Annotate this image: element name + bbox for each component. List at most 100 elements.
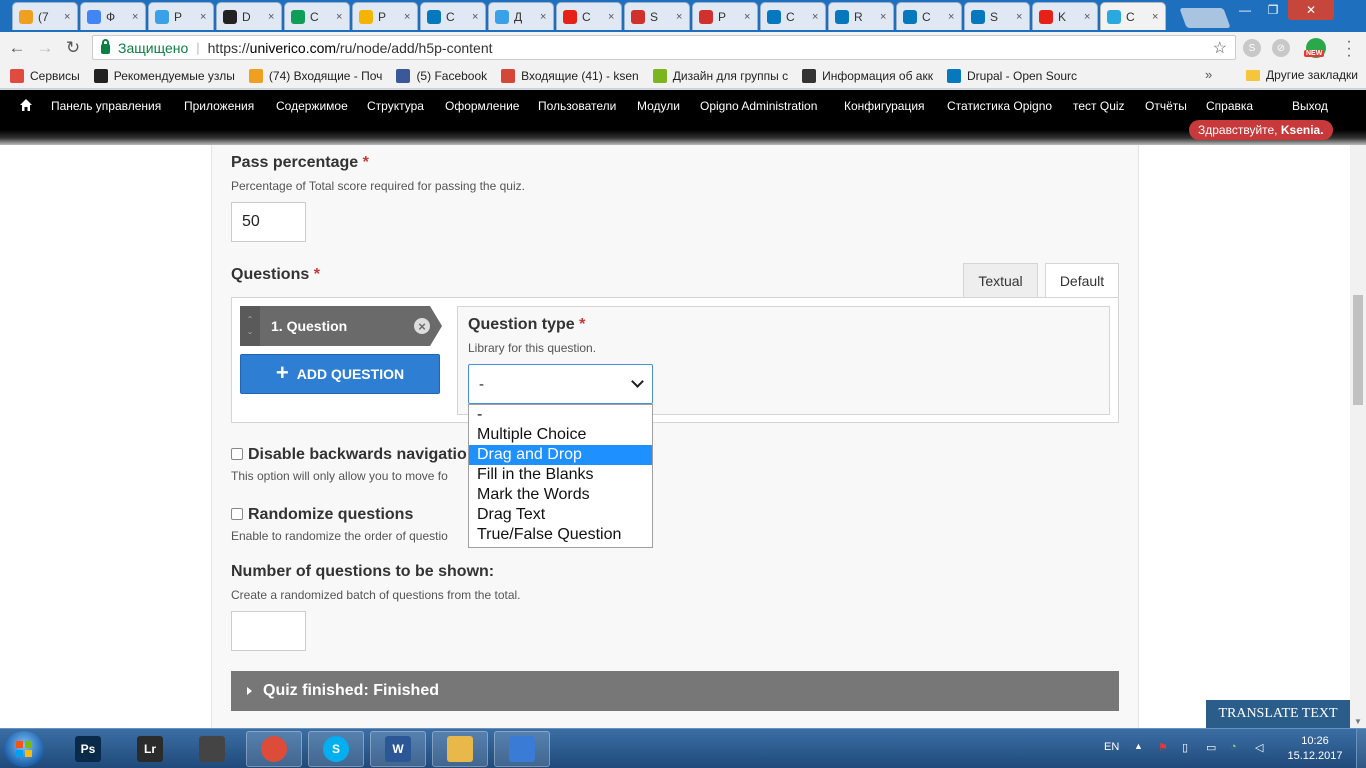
bookmarks-overflow-icon[interactable]: » xyxy=(1205,67,1212,82)
close-tab-icon[interactable]: × xyxy=(132,11,138,23)
bookmark-item[interactable]: Drupal - Open Sourc xyxy=(946,68,1077,83)
admin-menu-item[interactable]: Оформление xyxy=(445,99,519,113)
drag-handle-icon[interactable]: ⌃ ⌄ xyxy=(240,306,260,346)
bookmark-item[interactable]: Дизайн для группы с xyxy=(652,68,788,83)
add-question-button[interactable]: + ADD QUESTION xyxy=(240,354,440,394)
question-list-item[interactable]: ⌃ ⌄ 1. Question × xyxy=(240,306,442,346)
taskbar-app-button[interactable] xyxy=(494,731,550,767)
browser-tab[interactable]: C × xyxy=(284,2,350,30)
close-window-icon[interactable]: ✕ xyxy=(1288,0,1334,20)
taskbar-app-button[interactable]: W xyxy=(370,731,426,767)
browser-tab[interactable]: C × xyxy=(760,2,826,30)
close-tab-icon[interactable]: × xyxy=(1152,11,1158,23)
tab-default[interactable]: Default xyxy=(1045,263,1119,298)
admin-menu-item[interactable]: Приложения xyxy=(184,99,254,113)
randomize-questions-checkbox[interactable] xyxy=(231,508,243,520)
admin-menu-item[interactable]: Выход xyxy=(1292,99,1328,113)
system-clock[interactable]: 10:26 15.12.2017 xyxy=(1284,734,1346,764)
sync-icon[interactable]: ◔ xyxy=(1230,741,1237,753)
close-tab-icon[interactable]: × xyxy=(200,11,206,23)
taskbar-app-button[interactable]: Ps xyxy=(60,731,116,767)
translate-text-button[interactable]: TRANSLATE TEXT xyxy=(1206,700,1350,728)
browser-tab[interactable]: Р × xyxy=(352,2,418,30)
browser-tab[interactable]: Р × xyxy=(148,2,214,30)
admin-menu-item[interactable]: Содержимое xyxy=(276,99,348,113)
browser-menu-icon[interactable]: · · · xyxy=(1344,34,1354,64)
forward-icon[interactable]: → xyxy=(34,37,56,59)
bookmark-item[interactable]: (5) Facebook xyxy=(396,68,487,83)
close-tab-icon[interactable]: × xyxy=(540,11,546,23)
admin-menu-item[interactable]: тест Quiz xyxy=(1073,99,1125,113)
volume-icon[interactable]: ◁ xyxy=(1255,741,1263,754)
question-type-option[interactable]: Drag Text xyxy=(469,505,652,525)
restore-icon[interactable]: ❐ xyxy=(1260,0,1286,20)
close-tab-icon[interactable]: × xyxy=(1016,11,1022,23)
admin-menu-item[interactable]: Конфигурация xyxy=(844,99,925,113)
taskbar-app-button[interactable] xyxy=(432,731,488,767)
bookmark-item[interactable]: (74) Входящие - Поч xyxy=(248,68,382,83)
tab-textual[interactable]: Textual xyxy=(963,263,1038,299)
close-tab-icon[interactable]: × xyxy=(676,11,682,23)
new-extension-icon[interactable]: NEW xyxy=(1304,38,1326,58)
address-bar[interactable]: Защищено | https://univerico.com/ru/node… xyxy=(92,35,1236,60)
question-type-option[interactable]: Drag and Drop xyxy=(469,445,652,465)
close-tab-icon[interactable]: × xyxy=(268,11,274,23)
usb-icon[interactable]: ▯ xyxy=(1182,741,1188,754)
browser-tab[interactable]: Д × xyxy=(488,2,554,30)
browser-tab[interactable]: C × xyxy=(420,2,486,30)
scroll-down-icon[interactable]: ▼ xyxy=(1354,717,1362,726)
close-tab-icon[interactable]: × xyxy=(948,11,954,23)
admin-menu-item[interactable]: Пользователи xyxy=(538,99,616,113)
taskbar-app-button[interactable]: S xyxy=(308,731,364,767)
question-type-option[interactable]: Mark the Words xyxy=(469,485,652,505)
browser-tab[interactable]: C × xyxy=(556,2,622,30)
device-icon[interactable]: ▭ xyxy=(1206,741,1216,754)
language-indicator[interactable]: EN xyxy=(1104,741,1119,753)
admin-menu-item[interactable]: Статистика Opigno xyxy=(947,99,1052,113)
minimize-icon[interactable]: — xyxy=(1232,0,1258,20)
bookmark-item[interactable]: Входящие (41) - ksen xyxy=(501,68,639,83)
admin-menu-item[interactable]: Opigno Administration xyxy=(700,99,817,113)
bookmark-item[interactable]: Информация об акк xyxy=(802,68,933,83)
admin-menu-item[interactable]: Модули xyxy=(637,99,680,113)
new-tab-button[interactable] xyxy=(1179,8,1231,28)
question-type-option[interactable]: - xyxy=(469,405,652,425)
num-questions-input[interactable] xyxy=(231,611,306,651)
scrollbar-thumb[interactable] xyxy=(1353,295,1363,405)
browser-tab[interactable]: D × xyxy=(216,2,282,30)
page-scrollbar[interactable]: ▼ xyxy=(1350,145,1366,728)
browser-tab[interactable]: C × xyxy=(1100,2,1166,30)
browser-tab[interactable]: S × xyxy=(624,2,690,30)
move-down-icon[interactable]: ⌄ xyxy=(247,326,254,338)
close-tab-icon[interactable]: × xyxy=(336,11,342,23)
pass-percentage-input[interactable]: 50 xyxy=(231,202,306,242)
move-up-icon[interactable]: ⌃ xyxy=(247,314,254,326)
close-tab-icon[interactable]: × xyxy=(880,11,886,23)
browser-tab[interactable]: K × xyxy=(1032,2,1098,30)
question-type-select[interactable]: - xyxy=(468,364,653,404)
question-type-option[interactable]: True/False Question xyxy=(469,525,652,545)
quiz-finished-section[interactable]: Quiz finished: Finished xyxy=(231,671,1119,711)
close-tab-icon[interactable]: × xyxy=(744,11,750,23)
close-tab-icon[interactable]: × xyxy=(608,11,614,23)
disable-backwards-checkbox[interactable] xyxy=(231,448,243,460)
taskbar-app-button[interactable] xyxy=(246,731,302,767)
other-bookmarks[interactable]: Другие закладки xyxy=(1246,68,1358,82)
action-center-icon[interactable]: ⚑ xyxy=(1158,741,1168,754)
close-tab-icon[interactable]: × xyxy=(472,11,478,23)
bookmark-star-icon[interactable]: ☆ xyxy=(1213,38,1227,58)
show-desktop-button[interactable] xyxy=(1356,729,1366,768)
browser-tab[interactable]: (7 × xyxy=(12,2,78,30)
close-tab-icon[interactable]: × xyxy=(812,11,818,23)
browser-tab[interactable]: C × xyxy=(896,2,962,30)
browser-tab[interactable]: S × xyxy=(964,2,1030,30)
taskbar-app-button[interactable]: Lr xyxy=(122,731,178,767)
taskbar-app-button[interactable] xyxy=(184,731,240,767)
bookmark-item[interactable]: Рекомендуемые узлы xyxy=(93,68,235,83)
question-type-option[interactable]: Fill in the Blanks xyxy=(469,465,652,485)
browser-tab[interactable]: Р × xyxy=(692,2,758,30)
back-icon[interactable]: ← xyxy=(6,37,28,59)
browser-tab[interactable]: R × xyxy=(828,2,894,30)
skype-extension-icon[interactable]: S xyxy=(1243,39,1261,57)
question-type-option[interactable]: Multiple Choice xyxy=(469,425,652,445)
